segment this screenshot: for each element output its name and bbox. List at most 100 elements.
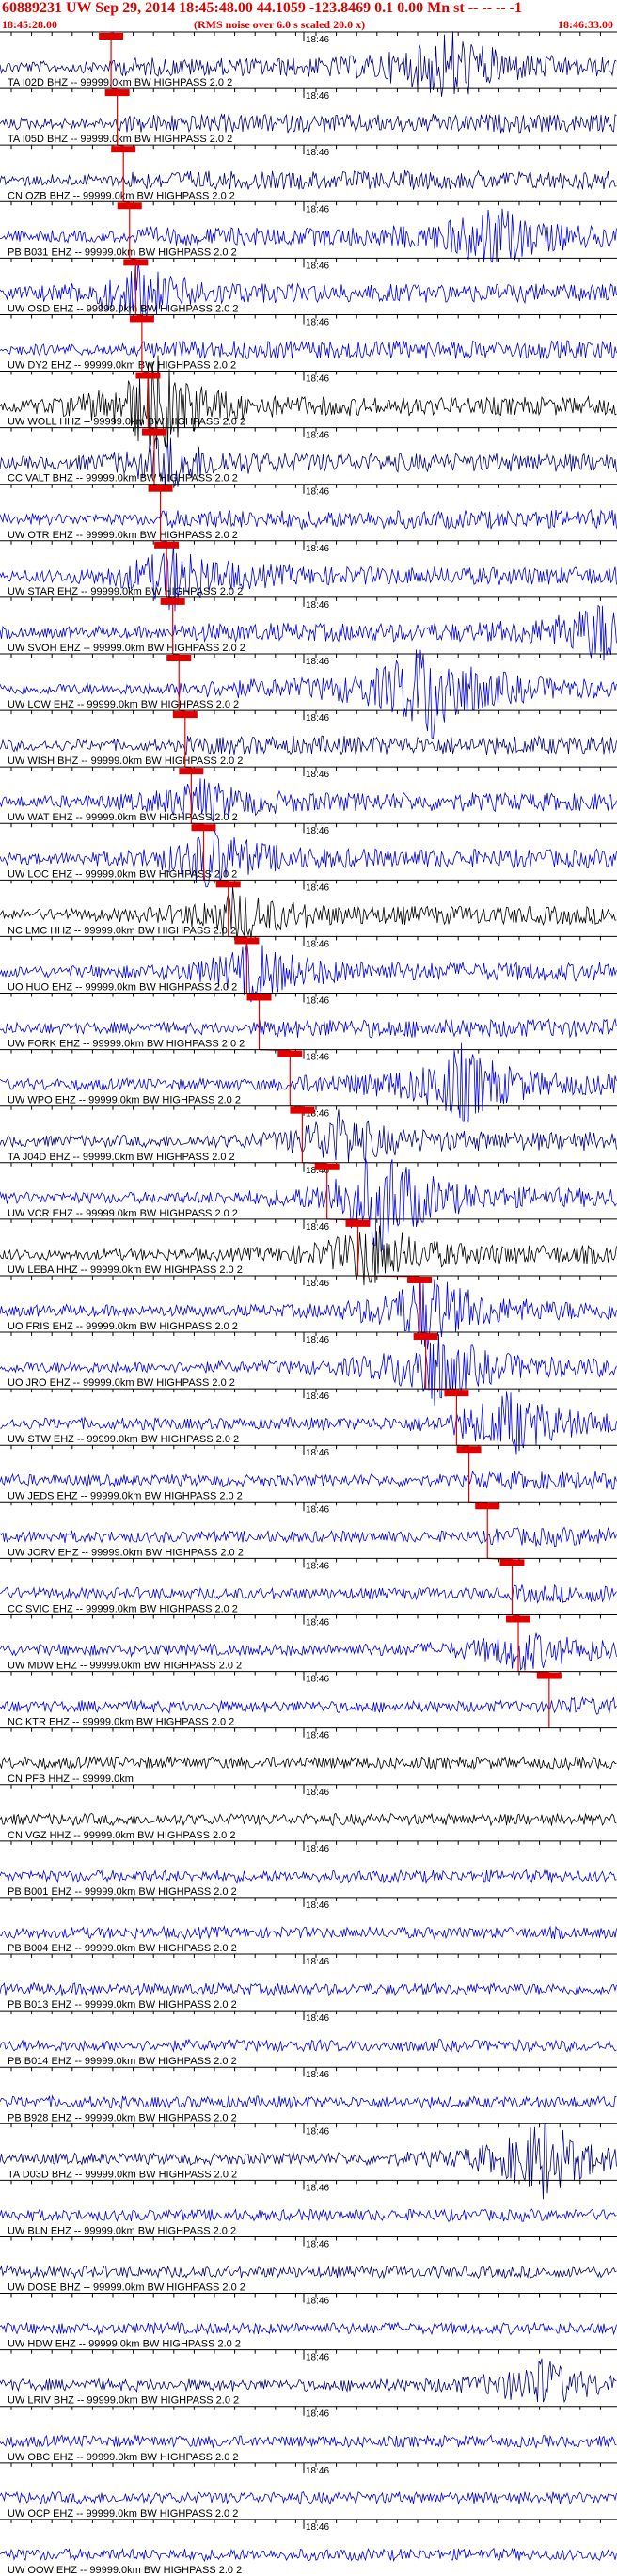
waveform-trace (0, 1868, 617, 1884)
waveform-trace (0, 1583, 617, 1604)
station-label: UW STAR EHZ -- 99999.0km BW HIGHPASS 2.0… (8, 586, 243, 597)
pick-flag (277, 1050, 303, 1057)
station-label: UW LEBA HHZ -- 99999.0km BW HIGHPASS 2.0… (8, 1264, 243, 1276)
minute-tick-label: 18:46 (306, 2013, 329, 2024)
pick-flag (215, 881, 241, 888)
minute-tick-label: 18:46 (306, 2126, 329, 2137)
minute-tick-label: 18:46 (306, 1900, 329, 1911)
station-label: TA D03D BHZ -- 99999.0km BW HIGHPASS 2.0… (8, 2169, 237, 2180)
station-label: UW JEDS EHZ -- 99999.0km BW HIGHPASS 2.0… (8, 1490, 243, 1502)
minute-tick-label: 18:46 (306, 317, 329, 327)
pick-flag (148, 485, 173, 492)
waveform-trace (0, 113, 617, 134)
minute-tick-label: 18:46 (306, 487, 329, 498)
minute-tick-label: 18:46 (306, 91, 329, 102)
waveform-trace (0, 1755, 617, 1771)
station-label: TA I02D BHZ -- 99999.0km BW HIGHPASS 2.0… (8, 77, 232, 88)
minute-tick-label: 18:46 (306, 1957, 329, 1967)
pick-flag (413, 1333, 438, 1341)
waveform-trace (0, 1695, 617, 1715)
minute-tick-label: 18:46 (306, 1335, 329, 1345)
station-label: UW OBC EHZ -- 99999.0km BW HIGHPASS 2.0 … (8, 2452, 239, 2463)
pick-flag (160, 597, 185, 605)
minute-tick-label: 18:46 (306, 826, 329, 836)
minute-tick-label: 18:46 (306, 374, 329, 385)
waveform-trace (0, 1526, 617, 1547)
station-label: NC KTR EHZ -- 99999.0km BW HIGHPASS 2.0 … (8, 1717, 234, 1728)
waveform-trace (0, 1981, 617, 1996)
pick-flag (117, 202, 142, 210)
minute-tick-label: 18:46 (306, 1675, 329, 1685)
station-label: CN OZB BHZ -- 99999.0km BW HIGHPASS 2.0 … (8, 190, 235, 201)
minute-tick-label: 18:46 (306, 1222, 329, 1232)
station-label: UO JRO EHZ -- 99999.0km BW HIGHPASS 2.0 … (8, 1377, 235, 1389)
waveform-trace (0, 2490, 617, 2505)
pick-flag (179, 768, 204, 775)
minute-tick-label: 18:46 (306, 1561, 329, 1571)
minute-tick-label: 18:46 (306, 1731, 329, 1741)
minute-tick-label: 18:46 (306, 713, 329, 724)
waveform-trace (0, 735, 617, 755)
minute-tick-label: 18:46 (306, 770, 329, 780)
station-label: TA I05D BHZ -- 99999.0km BW HIGHPASS 2.0… (8, 134, 232, 145)
waveform-trace (0, 340, 617, 360)
pick-flag (191, 824, 216, 832)
pick-flag (499, 1559, 525, 1566)
pick-flag (234, 937, 260, 945)
waveform-trace (0, 2547, 617, 2563)
seismogram-plot: 18:46 TA I02D BHZ -- 99999.0km BW HIGHPAS… (0, 31, 617, 2576)
station-label: CC SVIC EHZ -- 99999.0km BW HIGHPASS 2.0… (8, 1603, 238, 1614)
minute-tick-label: 18:46 (306, 1279, 329, 1289)
minute-tick-label: 18:46 (306, 1788, 329, 1798)
station-label: UW SVOH EHZ -- 99999.0km BW HIGHPASS 2.0… (8, 643, 245, 654)
minute-tick-label: 18:46 (306, 1053, 329, 1063)
pick-flag (536, 1672, 562, 1679)
minute-tick-label: 18:46 (306, 2239, 329, 2250)
waveform-trace (0, 169, 617, 190)
pick-flag (246, 994, 272, 1001)
minute-tick-label: 18:46 (306, 2466, 329, 2476)
pick-flag (123, 259, 149, 266)
waveform-trace (0, 2264, 617, 2280)
station-label: UW OCP EHZ -- 99999.0km BW HIGHPASS 2.0 … (8, 2508, 238, 2520)
waveform-trace (0, 2208, 617, 2222)
station-label: UO HUO EHZ -- 99999.0km BW HIGHPASS 2.0 … (8, 982, 237, 994)
station-label: TA J04D BHZ -- 99999.0km BW HIGHPASS 2.0… (8, 1152, 235, 1163)
minute-tick-label: 18:46 (306, 148, 329, 158)
station-label: PB B013 EHZ -- 99999.0km BW HIGHPASS 2.0… (8, 1999, 237, 2011)
minute-tick-label: 18:46 (306, 35, 329, 45)
pick-flag (154, 541, 180, 549)
minute-tick-label: 18:46 (306, 996, 329, 1007)
waveform-trace (0, 2434, 617, 2450)
waveform-trace (0, 2094, 617, 2110)
waveform-trace (0, 1925, 617, 1940)
station-label: UW LRIV BHZ -- 99999.0km BW HIGHPASS 2.0… (8, 2395, 239, 2407)
station-label: UW FORK EHZ -- 99999.0km BW HIGHPASS 2.0… (8, 1039, 245, 1050)
pick-flag (111, 146, 136, 153)
pick-flag (475, 1503, 500, 1510)
station-label: UW HDW EHZ -- 99999.0km BW HIGHPASS 2.0 … (8, 2339, 241, 2350)
minute-tick-label: 18:46 (306, 1504, 329, 1515)
station-label: NC LMC HHZ -- 99999.0km BW HIGHPASS 2.0 … (8, 925, 236, 936)
station-label: CN PFB HHZ -- 99999.0km (8, 1773, 134, 1785)
station-label: UW BLN EHZ -- 99999.0km BW HIGHPASS 2.0 … (8, 2225, 236, 2236)
minute-tick-label: 18:46 (306, 1617, 329, 1628)
pick-flag (407, 1276, 433, 1283)
station-label: UW OSD EHZ -- 99999.0km BW HIGHPASS 2.0 … (8, 303, 239, 314)
minute-tick-label: 18:46 (306, 261, 329, 271)
station-label: UW DY2 EHZ -- 99999.0km BW HIGHPASS 2.0 … (8, 360, 236, 372)
minute-tick-label: 18:46 (306, 2297, 329, 2307)
pick-flag (290, 1106, 315, 1114)
minute-tick-label: 18:46 (306, 1844, 329, 1854)
minute-tick-label: 18:46 (306, 2070, 329, 2080)
minute-tick-label: 18:46 (306, 657, 329, 667)
station-label: UW WOLL HHZ -- 99999.0km BW HIGHPASS 2.0… (8, 417, 245, 428)
station-label: PB B928 EHZ -- 99999.0km BW HIGHPASS 2.0… (8, 2112, 237, 2123)
pick-flag (142, 428, 166, 436)
minute-tick-label: 18:46 (306, 600, 329, 611)
station-label: UW DOSE BHZ -- 99999.0km BW HIGHPASS 2.0… (8, 2282, 245, 2294)
minute-tick-label: 18:46 (306, 544, 329, 554)
station-label: UW WPO EHZ -- 99999.0km BW HIGHPASS 2.0 … (8, 1095, 241, 1106)
pick-flag (99, 33, 124, 40)
minute-tick-label: 18:46 (306, 1391, 329, 1402)
